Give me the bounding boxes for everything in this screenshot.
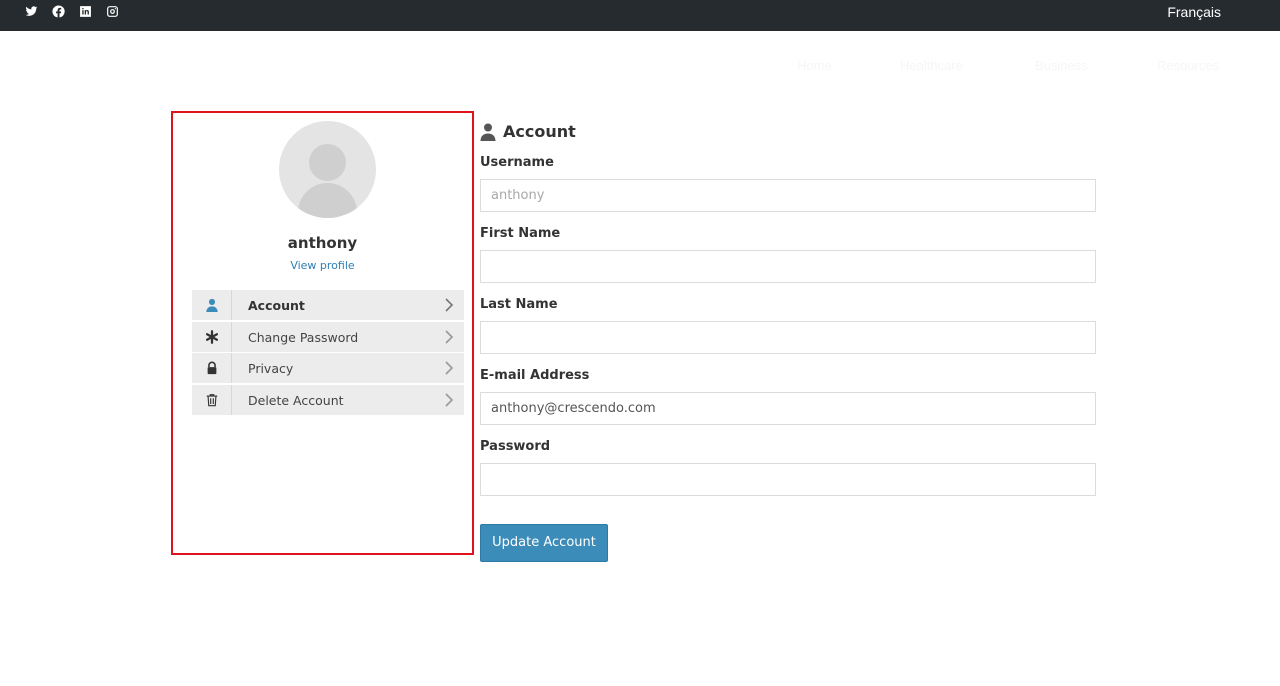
chevron-right-icon bbox=[445, 393, 454, 407]
form-title: Account bbox=[480, 122, 576, 141]
first-name-label: First Name bbox=[480, 226, 561, 241]
asterisk-icon bbox=[205, 329, 218, 344]
menu-item-label: Account bbox=[248, 298, 305, 313]
last-name-field[interactable] bbox=[480, 321, 1096, 354]
avatar bbox=[279, 121, 376, 218]
nav-resources[interactable]: Resources bbox=[1157, 58, 1219, 73]
chevron-right-icon bbox=[445, 298, 454, 312]
user-icon bbox=[480, 123, 496, 141]
facebook-icon[interactable] bbox=[51, 4, 65, 18]
menu-item-account[interactable]: Account bbox=[192, 290, 464, 320]
menu-item-delete-account[interactable]: Delete Account bbox=[192, 384, 464, 415]
menu-item-label: Change Password bbox=[248, 329, 359, 345]
language-switch-link[interactable]: Français bbox=[1167, 4, 1221, 20]
first-name-field[interactable] bbox=[480, 250, 1096, 283]
user-icon bbox=[205, 298, 218, 312]
update-account-button[interactable]: Update Account bbox=[480, 524, 608, 562]
email-field[interactable]: anthony@crescendo.com bbox=[480, 392, 1096, 425]
menu-item-privacy[interactable]: Privacy bbox=[192, 353, 464, 384]
menu-item-label: Privacy bbox=[248, 361, 294, 377]
password-field[interactable] bbox=[480, 463, 1096, 496]
password-label: Password bbox=[480, 439, 551, 454]
email-label: E-mail Address bbox=[480, 368, 590, 383]
linkedin-icon[interactable] bbox=[78, 4, 92, 18]
username-field[interactable]: anthony bbox=[480, 179, 1096, 212]
chevron-right-icon bbox=[445, 361, 454, 375]
twitter-icon[interactable] bbox=[24, 4, 38, 18]
lock-icon bbox=[207, 361, 216, 375]
social-links bbox=[24, 4, 119, 18]
menu-item-change-password[interactable]: Change Password bbox=[192, 321, 464, 352]
last-name-label: Last Name bbox=[480, 297, 558, 312]
top-bar: Français bbox=[0, 0, 1280, 31]
view-profile-link[interactable]: View profile bbox=[173, 259, 472, 272]
instagram-icon[interactable] bbox=[105, 4, 119, 18]
nav-healthcare[interactable]: Healthcare bbox=[900, 58, 963, 73]
nav-home[interactable]: Home bbox=[797, 58, 832, 73]
main-nav: Home Healthcare Business Resources bbox=[0, 58, 1280, 78]
profile-menu: Account Change Password Privacy Delete A… bbox=[192, 290, 464, 416]
profile-username: anthony bbox=[287, 234, 358, 252]
username-label: Username bbox=[480, 155, 554, 170]
trash-icon bbox=[206, 393, 217, 407]
chevron-right-icon bbox=[445, 330, 454, 344]
profile-sidebar: anthony View profile Account Change Pass… bbox=[171, 111, 474, 555]
form-title-text: Account bbox=[503, 122, 576, 141]
menu-item-label: Delete Account bbox=[248, 392, 344, 408]
nav-business[interactable]: Business bbox=[1035, 58, 1088, 73]
